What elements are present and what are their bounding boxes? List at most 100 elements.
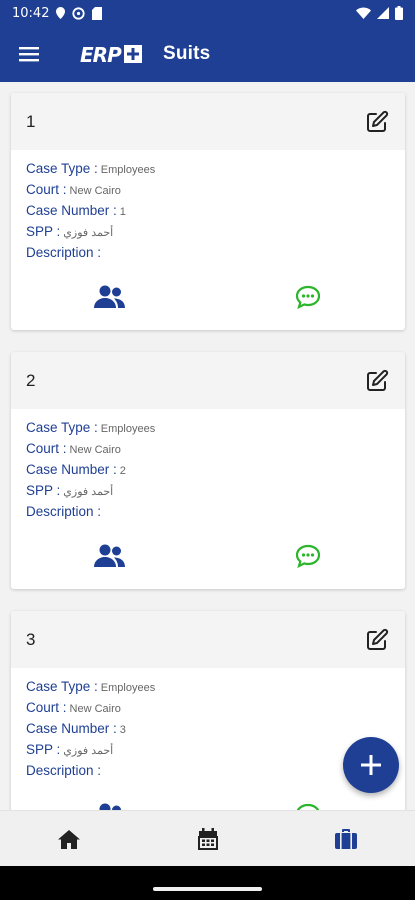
card-header: 3 (11, 611, 405, 668)
description-label: Description : (26, 504, 102, 519)
chat-icon (295, 544, 321, 568)
page-title: Suits (163, 43, 211, 64)
chat-icon (296, 803, 320, 810)
system-nav-bar (0, 866, 415, 900)
court-label: Court : (26, 182, 67, 197)
field-court: Court : New Cairo (26, 697, 390, 718)
team-button[interactable] (94, 801, 126, 810)
court-label: Court : (26, 700, 67, 715)
field-court: Court : New Cairo (26, 438, 390, 459)
card-actions (11, 522, 405, 589)
team-button[interactable] (94, 283, 126, 311)
case-type-value: Employees (100, 682, 156, 694)
field-case-number: Case Number :1 (26, 200, 390, 221)
location-icon (56, 7, 66, 19)
team-icon (99, 803, 121, 810)
case-number-label: Case Number : (26, 721, 117, 736)
calendar-icon (198, 828, 218, 850)
spp-value: أحمد فوزي (63, 227, 114, 239)
field-case-type: Case Type : Employees (26, 158, 390, 179)
chat-button[interactable] (292, 542, 324, 570)
field-description: Description : (26, 501, 390, 522)
wifi-icon (356, 7, 371, 19)
case-number-label: Case Number : (26, 203, 117, 218)
card-actions (11, 781, 405, 810)
status-left: 10:42 (12, 5, 103, 21)
edit-button[interactable] (363, 626, 391, 654)
svg-text:ERP: ERP (80, 43, 122, 66)
battery-icon (395, 6, 403, 20)
suits-list[interactable]: 1 Case Type : Employees Court : New Cairo … (0, 82, 415, 810)
court-label: Court : (26, 441, 67, 456)
case-type-value: Employees (100, 423, 156, 435)
field-case-number: Case Number :3 (26, 718, 390, 739)
data-saver-icon (72, 6, 86, 20)
edit-icon (367, 369, 389, 391)
home-icon (58, 829, 80, 849)
suit-card[interactable]: 1 Case Type : Employees Court : New Cairo … (11, 93, 405, 330)
spp-value: أحمد فوزي (63, 745, 114, 757)
chat-button[interactable] (292, 283, 324, 311)
case-number-value: 3 (119, 724, 126, 736)
card-body: Case Type : Employees Court : New Cairo Ca… (11, 150, 405, 263)
chat-button[interactable] (292, 801, 324, 810)
menu-icon (19, 47, 39, 62)
spp-label: SPP : (26, 742, 61, 757)
app-bar: ERP Suits (0, 26, 415, 82)
card-number: 3 (26, 629, 36, 649)
home-gesture-handle[interactable] (153, 887, 262, 891)
nav-home[interactable] (57, 827, 81, 851)
card-body: Case Type : Employees Court : New Cairo Ca… (11, 409, 405, 522)
spp-value: أحمد فوزي (63, 486, 114, 498)
nav-calendar[interactable] (196, 827, 220, 851)
sd-card-icon (92, 6, 103, 20)
court-value: New Cairo (69, 444, 121, 456)
field-description: Description : (26, 760, 390, 781)
description-label: Description : (26, 763, 102, 778)
field-spp: SPP : أحمد فوزي (26, 221, 390, 242)
edit-button[interactable] (363, 367, 391, 395)
edit-icon (367, 110, 389, 132)
erp-logo: ERP (80, 43, 142, 66)
case-number-label: Case Number : (26, 462, 117, 477)
field-description: Description : (26, 242, 390, 263)
card-header: 1 (11, 93, 405, 150)
card-number: 2 (26, 370, 36, 390)
bottom-nav (0, 810, 415, 867)
case-number-value: 2 (119, 465, 126, 477)
plus-icon (361, 755, 381, 775)
team-icon (94, 285, 125, 308)
team-icon (94, 544, 125, 567)
field-spp: SPP : أحمد فوزي (26, 480, 390, 501)
briefcase-icon (335, 829, 357, 849)
field-spp: SPP : أحمد فوزي (26, 739, 390, 760)
case-type-label: Case Type : (26, 679, 98, 694)
court-value: New Cairo (69, 703, 121, 715)
suit-card[interactable]: 2 Case Type : Employees Court : New Cairo … (11, 352, 405, 589)
case-type-label: Case Type : (26, 161, 98, 176)
case-number-value: 1 (119, 206, 126, 218)
card-actions (11, 263, 405, 330)
card-number: 1 (26, 111, 36, 131)
field-case-type: Case Type : Employees (26, 417, 390, 438)
field-court: Court : New Cairo (26, 179, 390, 200)
suit-card[interactable]: 3 Case Type : Employees Court : New Cairo … (11, 611, 405, 810)
edit-button[interactable] (363, 108, 391, 136)
description-label: Description : (26, 245, 102, 260)
add-suit-button[interactable] (343, 737, 399, 793)
status-time: 10:42 (12, 5, 50, 21)
nav-suits[interactable] (334, 827, 358, 851)
case-type-value: Employees (100, 164, 156, 176)
field-case-type: Case Type : Employees (26, 676, 390, 697)
menu-button[interactable] (0, 26, 58, 82)
card-header: 2 (11, 352, 405, 409)
team-button[interactable] (94, 542, 126, 570)
spp-label: SPP : (26, 224, 61, 239)
status-right (356, 6, 403, 20)
signal-icon (377, 7, 389, 19)
chat-icon (295, 285, 321, 309)
court-value: New Cairo (69, 185, 121, 197)
status-bar: 10:42 (0, 0, 415, 26)
edit-icon (367, 628, 389, 650)
case-type-label: Case Type : (26, 420, 98, 435)
